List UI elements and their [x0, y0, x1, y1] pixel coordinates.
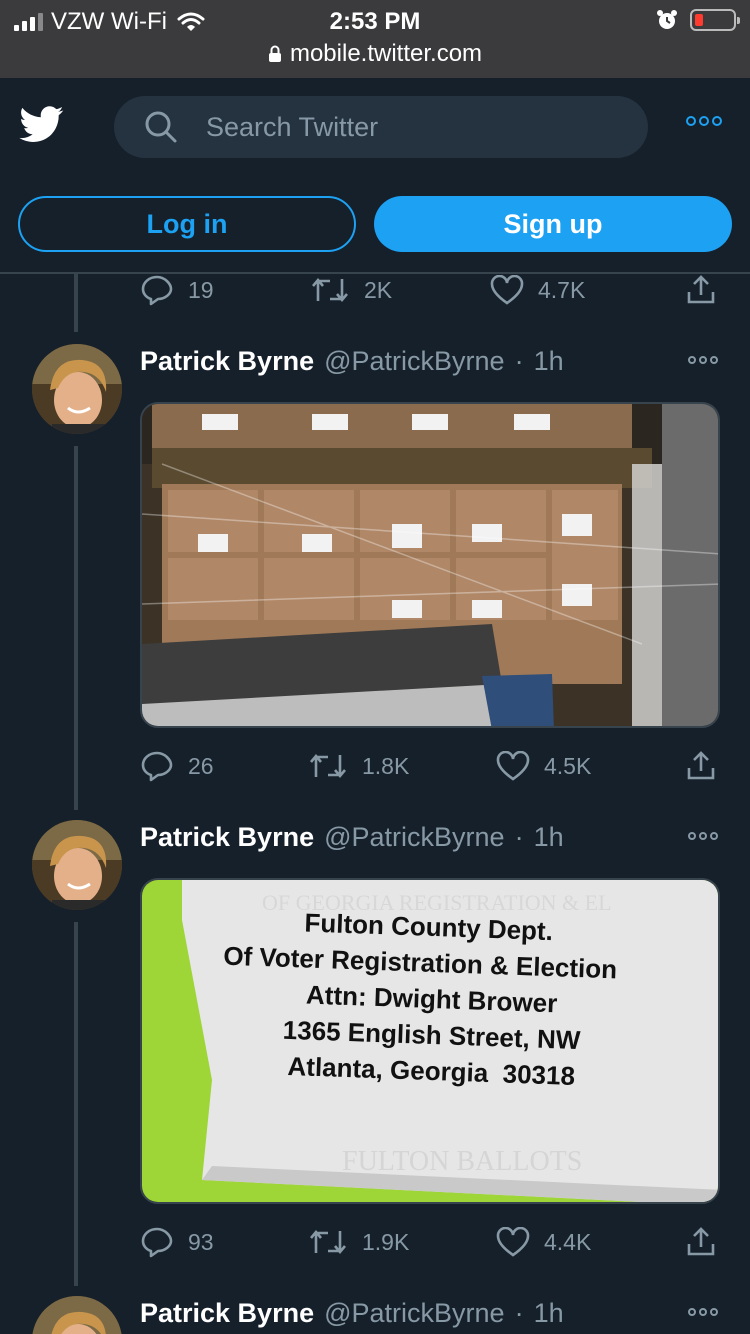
share-button[interactable]: [685, 274, 717, 310]
thread-line: [74, 922, 78, 1286]
reply-count: 19: [188, 276, 214, 303]
like-count: 4.5K: [544, 752, 592, 779]
heart-icon: [496, 1227, 530, 1257]
tweet-image[interactable]: [140, 402, 720, 728]
reply-count: 93: [188, 1228, 214, 1255]
separator: ·: [514, 822, 524, 852]
lock-icon: [268, 45, 281, 62]
tweet-menu-icon[interactable]: [688, 832, 718, 840]
user-handle[interactable]: @PatrickByrne: [324, 822, 504, 853]
separator: ·: [514, 346, 524, 376]
thread-line: [74, 446, 78, 810]
retweet-button[interactable]: 1.9K: [308, 1222, 409, 1262]
tweet-image[interactable]: OF GEORGIA REGISTRATION & EL FULTON BALL…: [140, 878, 720, 1204]
tweet-actions: 19 2K 4.7K: [140, 274, 720, 310]
reply-icon: [141, 275, 173, 306]
search-bar[interactable]: [114, 96, 648, 158]
heart-icon: [490, 275, 524, 305]
share-button[interactable]: [685, 746, 717, 786]
tweet-header: Patrick Byrne @PatrickByrne · 1h: [140, 346, 564, 377]
tweet-actions: 26 1.8K 4.5K: [140, 746, 720, 786]
thread-line: [74, 274, 78, 332]
tweet-time[interactable]: 1h: [534, 822, 564, 853]
like-count: 4.7K: [538, 276, 586, 303]
like-button[interactable]: 4.5K: [496, 746, 591, 786]
battery-icon: [690, 9, 740, 31]
tweet-time[interactable]: 1h: [534, 1298, 564, 1329]
status-bar: VZW Wi-Fi 2:53 PM mobile.twitter.com: [0, 0, 750, 78]
like-button[interactable]: 4.4K: [496, 1222, 591, 1262]
twitter-bird-icon[interactable]: [18, 102, 66, 146]
tweet-header: Patrick Byrne @PatrickByrne · 1h: [140, 822, 564, 853]
retweet-button[interactable]: 1.8K: [308, 746, 409, 786]
share-icon: [687, 751, 715, 780]
retweet-count: 1.9K: [362, 1228, 410, 1255]
reply-icon: [141, 751, 173, 782]
avatar[interactable]: [32, 1296, 122, 1334]
retweet-count: 1.8K: [362, 752, 410, 779]
url-text: mobile.twitter.com: [289, 40, 483, 67]
more-options-icon[interactable]: [686, 116, 722, 126]
user-handle[interactable]: @PatrickByrne: [324, 1298, 504, 1329]
avatar[interactable]: [32, 820, 122, 910]
tweet-actions: 93 1.9K 4.4K: [140, 1222, 720, 1262]
reply-count: 26: [188, 752, 214, 779]
twitter-header: Log in Sign up: [0, 78, 750, 274]
user-name[interactable]: Patrick Byrne: [140, 822, 314, 853]
reply-button[interactable]: 26: [140, 746, 214, 786]
heart-icon: [496, 751, 530, 781]
retweet-button[interactable]: 2K: [310, 274, 392, 310]
retweet-count: 2K: [364, 276, 393, 303]
avatar[interactable]: [32, 344, 122, 434]
retweet-icon: [310, 753, 346, 779]
retweet-icon: [310, 1229, 346, 1255]
reply-button[interactable]: 93: [140, 1222, 214, 1262]
retweet-icon: [312, 277, 348, 303]
reply-button[interactable]: 19: [140, 274, 214, 310]
timeline: 19 2K 4.7K Patrick Byrne @PatrickByrne ·…: [0, 274, 750, 1334]
alarm-icon: [657, 10, 677, 29]
tweet-menu-icon[interactable]: [688, 1308, 718, 1316]
signup-button[interactable]: Sign up: [374, 196, 732, 252]
like-count: 4.4K: [544, 1228, 592, 1255]
search-input[interactable]: [206, 111, 586, 143]
share-icon: [687, 275, 715, 304]
reply-icon: [141, 1227, 173, 1258]
user-name[interactable]: Patrick Byrne: [140, 346, 314, 377]
clock: 2:53 PM: [329, 8, 421, 35]
share-button[interactable]: [685, 1222, 717, 1262]
like-button[interactable]: 4.7K: [490, 274, 585, 310]
status-icons: [656, 9, 740, 31]
tweet-time[interactable]: 1h: [534, 346, 564, 377]
tweet-menu-icon[interactable]: [688, 356, 718, 364]
user-name[interactable]: Patrick Byrne: [140, 1298, 314, 1329]
user-handle[interactable]: @PatrickByrne: [324, 346, 504, 377]
tweet-header: Patrick Byrne @PatrickByrne · 1h: [140, 1298, 564, 1329]
url-bar[interactable]: mobile.twitter.com: [0, 40, 750, 68]
svg-text:FULTON BALLOTS: FULTON BALLOTS: [342, 1146, 582, 1177]
separator: ·: [514, 1298, 524, 1328]
share-icon: [687, 1227, 715, 1256]
login-button[interactable]: Log in: [18, 196, 356, 252]
search-icon: [145, 111, 177, 143]
